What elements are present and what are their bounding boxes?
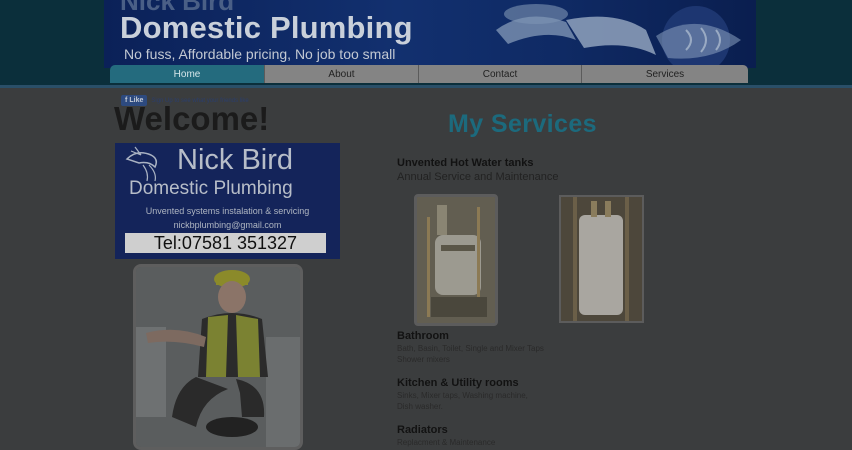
hot-water-tank-photo-1 [414,194,498,326]
header-banner: Nick Bird Domestic Plumbing No fuss, Aff… [104,0,756,68]
site-tagline: No fuss, Affordable pricing, No job too … [124,46,396,62]
tap-graphic [496,4,741,68]
card-email: nickbplumbing@gmail.com [173,220,282,230]
service-detail-radiators: Replacment & Maintenance [397,438,496,447]
services-heading: My Services [448,110,597,138]
welcome-heading: Welcome! [114,100,270,137]
boiler-image [417,197,495,323]
nav-tab-home[interactable]: Home [110,65,265,83]
cylinder-image [561,197,642,321]
service-heading-bathroom: Bathroom [397,330,449,342]
service-detail-kitchen-2: Dish washer. [397,402,443,411]
service-heading-kitchen: Kitchen & Utility rooms [397,377,519,389]
header-divider [0,85,852,88]
main-nav: Home About Contact Services [110,65,748,83]
business-card: Nick Bird Domestic Plumbing Unvented sys… [115,143,340,259]
service-detail-kitchen-1: Sinks, Mixer taps, Washing machine, [397,391,528,400]
plumber-figure [136,267,300,447]
nav-tab-contact[interactable]: Contact [419,65,582,83]
site-title: Domestic Plumbing [120,10,413,45]
service-heading-radiators: Radiators [397,424,448,436]
card-telephone: Tel:07581 351327 [125,233,326,253]
service-detail-bathroom-1: Bath, Basin, Toilet, Single and Mixer Ta… [397,344,544,353]
card-subtitle: Domestic Plumbing [129,178,293,199]
service-detail-hot-water: Annual Service and Maintenance [397,171,559,183]
card-service-line: Unvented systems instalation & servicing [145,206,310,216]
plumber-photo [133,264,303,450]
service-heading-hot-water: Unvented Hot Water tanks [397,157,534,169]
nav-tab-services[interactable]: Services [582,65,748,83]
service-detail-bathroom-2: Shower mixers [397,355,450,364]
hot-water-tank-photo-2 [559,195,644,323]
nav-tab-about[interactable]: About [265,65,419,83]
card-name: Nick Bird [177,144,294,176]
